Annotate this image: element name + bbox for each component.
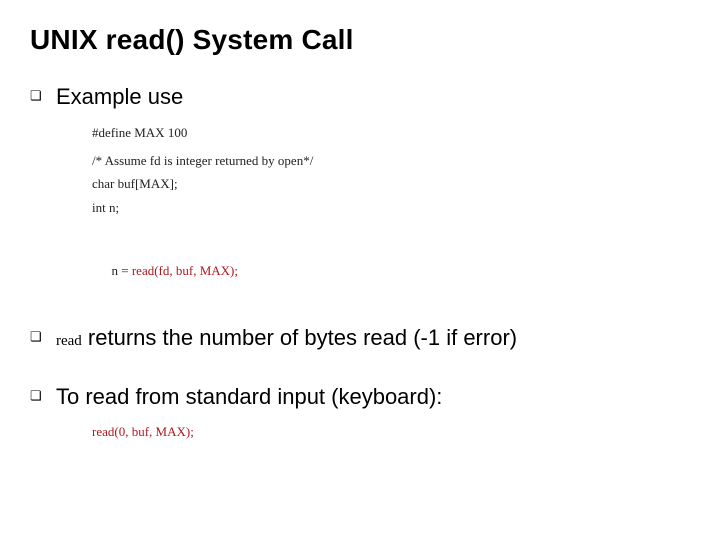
slide: UNIX read() System Call ❏ Example use #d… (0, 0, 720, 540)
slide-title: UNIX read() System Call (30, 24, 690, 56)
inline-code-read: read (56, 333, 82, 349)
code-read-call: read(fd, buf, MAX); (132, 263, 238, 278)
code-line-intn: int n; (92, 199, 690, 217)
code-line-comment: /* Assume fd is integer returned by open… (92, 152, 690, 170)
bullet-icon: ❏ (30, 84, 56, 108)
code-lhs: n = (112, 263, 132, 278)
code-line-readcall: n = read(fd, buf, MAX); (92, 244, 690, 297)
code-line-buf: char buf[MAX]; (92, 175, 690, 193)
code-block-example: #define MAX 100 /* Assume fd is integer … (92, 124, 690, 297)
code-line-define: #define MAX 100 (92, 124, 690, 142)
bullet-icon: ❏ (30, 384, 56, 408)
bullet-icon: ❏ (30, 325, 56, 349)
bullet-row-example: ❏ Example use (30, 84, 690, 110)
bullet-row-returns: ❏ read returns the number of bytes read … (30, 325, 690, 354)
bullet-text-example: Example use (56, 84, 183, 110)
bullet-row-stdin: ❏ To read from standard input (keyboard)… (30, 384, 690, 410)
bullet-text-returns-rest: returns the number of bytes read (-1 if … (82, 325, 517, 350)
bullet-text-stdin: To read from standard input (keyboard): (56, 384, 442, 410)
bullet-text-returns: read returns the number of bytes read (-… (56, 325, 517, 354)
code-line-stdin-read: read(0, buf, MAX); (92, 424, 690, 440)
